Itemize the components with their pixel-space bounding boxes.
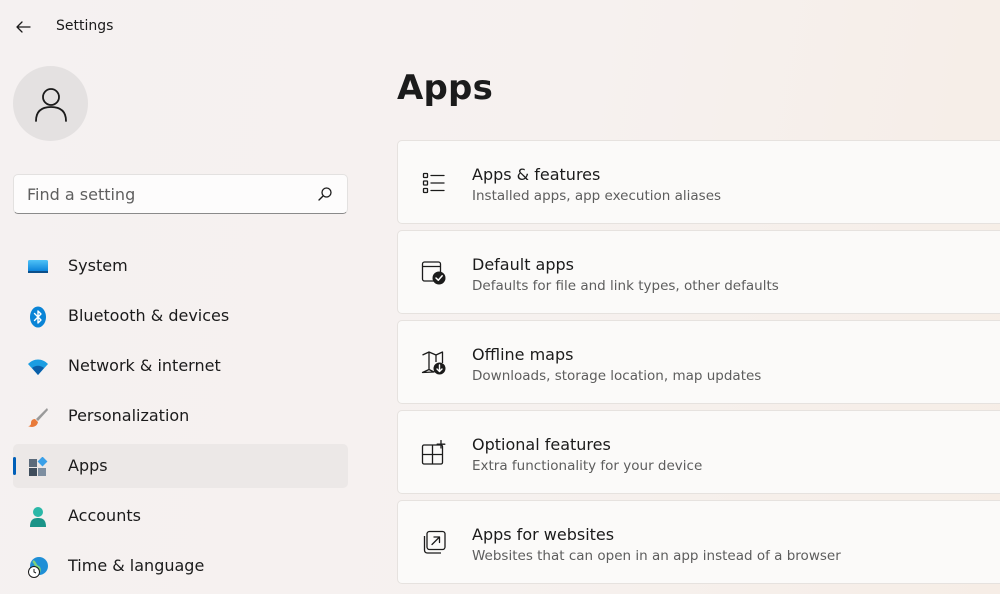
sidebar-item-time-language[interactable]: Time & language [13,544,348,588]
sidebar-item-label: Bluetooth & devices [68,306,230,325]
sidebar-item-personalization[interactable]: Personalization [13,394,348,438]
user-icon [34,87,67,122]
settings-card-list: Apps & features Installed apps, app exec… [397,140,1000,590]
card-description: Extra functionality for your device [472,458,703,474]
sidebar-item-label: Accounts [68,506,141,525]
avatar[interactable] [13,66,88,141]
sidebar-item-apps[interactable]: Apps [13,444,348,488]
apps-icon [27,456,49,478]
page-title: Apps [397,68,494,108]
sidebar-nav: System Bluetooth & devices Network & int… [13,244,348,594]
back-button[interactable] [8,12,38,42]
map-download-icon [420,349,448,377]
card-default-apps[interactable]: Default apps Defaults for file and link … [397,230,1000,314]
card-offline-maps[interactable]: Offline maps Downloads, storage location… [397,320,1000,404]
sidebar-item-label: Apps [68,456,108,475]
card-description: Defaults for file and link types, other … [472,278,779,294]
card-apps-for-websites[interactable]: Apps for websites Websites that can open… [397,500,1000,584]
card-description: Downloads, storage location, map updates [472,368,762,384]
title-bar: Settings [0,0,1000,54]
sidebar-item-system[interactable]: System [13,244,348,288]
time-language-icon [27,556,49,578]
bluetooth-icon [27,306,49,328]
list-icon [420,169,448,197]
open-in-app-icon [420,529,448,557]
card-description: Websites that can open in an app instead… [472,548,841,564]
sidebar-item-label: Time & language [68,556,205,575]
back-arrow-icon [16,21,31,33]
card-apps-features[interactable]: Apps & features Installed apps, app exec… [397,140,1000,224]
card-optional-features[interactable]: Optional features Extra functionality fo… [397,410,1000,494]
sidebar-item-accounts[interactable]: Accounts [13,494,348,538]
card-title: Default apps [472,255,574,274]
sidebar-item-label: Personalization [68,406,190,425]
system-icon [27,256,49,278]
search-box[interactable] [13,174,348,214]
search-icon[interactable] [317,186,333,202]
selected-indicator [13,457,16,475]
sidebar-item-label: Network & internet [68,356,221,375]
accounts-icon [27,506,49,528]
card-description: Installed apps, app execution aliases [472,188,722,204]
search-input[interactable] [14,175,304,213]
card-title: Offline maps [472,345,574,364]
default-apps-icon [420,259,448,287]
card-title: Apps for websites [472,525,615,544]
sidebar-item-label: System [68,256,128,275]
card-title: Apps & features [472,165,601,184]
app-title: Settings [56,18,114,34]
brush-icon [27,406,49,428]
sidebar-item-network[interactable]: Network & internet [13,344,348,388]
card-title: Optional features [472,435,611,454]
wifi-icon [27,356,49,378]
sidebar-item-bluetooth[interactable]: Bluetooth & devices [13,294,348,338]
optional-features-icon [420,439,448,467]
